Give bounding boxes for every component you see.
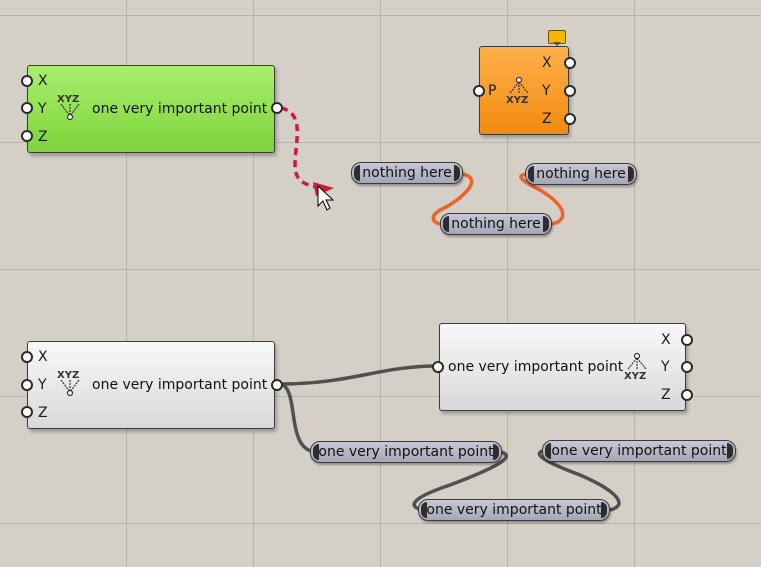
svg-text:XYZ: XYZ (57, 370, 79, 381)
component-label: one very important point (92, 377, 268, 393)
input-grip-x[interactable] (21, 351, 33, 363)
input-x-label: X (38, 73, 48, 89)
deconstruct-point-component[interactable]: one very important point XYZ X Y Z (439, 323, 686, 411)
output-grip[interactable] (271, 379, 283, 391)
input-grip[interactable] (432, 361, 444, 373)
input-grip-z[interactable] (21, 406, 33, 418)
panel-nothing-here-2[interactable]: nothing here (525, 163, 637, 185)
grey-wire-down (280, 382, 317, 454)
input-grip-z[interactable] (21, 130, 33, 142)
input-z-label: Z (38, 129, 48, 145)
panel-nothing-here-3[interactable]: nothing here (440, 213, 552, 235)
input-grip-x[interactable] (21, 75, 33, 87)
svg-text:XYZ: XYZ (57, 94, 79, 105)
panel-point-2[interactable]: one very important point (542, 440, 736, 462)
input-grip-p[interactable] (473, 85, 485, 97)
xyz-point-icon: XYZ (506, 76, 529, 105)
output-grip-x[interactable] (681, 334, 693, 346)
panel-point-3[interactable]: one very important point (418, 499, 610, 521)
output-grip-y[interactable] (681, 361, 693, 373)
svg-text:XYZ: XYZ (624, 371, 646, 381)
output-grip-x[interactable] (564, 57, 576, 69)
input-p-label: P (488, 83, 497, 99)
output-y-label: Y (661, 359, 670, 375)
xyz-point-icon: XYZ (624, 352, 647, 381)
input-z-label: Z (38, 405, 48, 421)
input-grip-y[interactable] (21, 102, 33, 114)
point-component-selected[interactable]: X Y Z XYZ one very important point (27, 65, 275, 153)
input-x-label: X (38, 349, 48, 365)
input-y-label: Y (38, 377, 47, 393)
component-label: one very important point (92, 101, 268, 117)
point-component[interactable]: X Y Z XYZ one very important point (27, 341, 275, 429)
output-grip-z[interactable] (564, 113, 576, 125)
xyz-point-icon: XYZ (57, 94, 80, 121)
grey-wire-main (280, 364, 438, 386)
panel-nothing-here-1[interactable]: nothing here (351, 162, 463, 184)
panel-point-1[interactable]: one very important point (310, 441, 502, 463)
svg-text:XYZ: XYZ (506, 95, 528, 105)
output-z-label: Z (542, 111, 552, 127)
output-grip[interactable] (271, 102, 283, 114)
output-z-label: Z (661, 387, 671, 403)
warning-balloon-icon[interactable] (548, 30, 566, 46)
input-y-label: Y (38, 101, 47, 117)
output-x-label: X (542, 55, 552, 71)
dragging-wire (280, 106, 323, 190)
output-y-label: Y (542, 83, 551, 99)
xyz-point-icon: XYZ (57, 370, 80, 397)
output-grip-z[interactable] (681, 389, 693, 401)
output-grip-y[interactable] (564, 85, 576, 97)
deconstruct-point-component[interactable]: P XYZ X Y Z (479, 46, 569, 135)
component-label: one very important point (448, 359, 624, 375)
input-grip-y[interactable] (21, 379, 33, 391)
output-x-label: X (661, 332, 671, 348)
